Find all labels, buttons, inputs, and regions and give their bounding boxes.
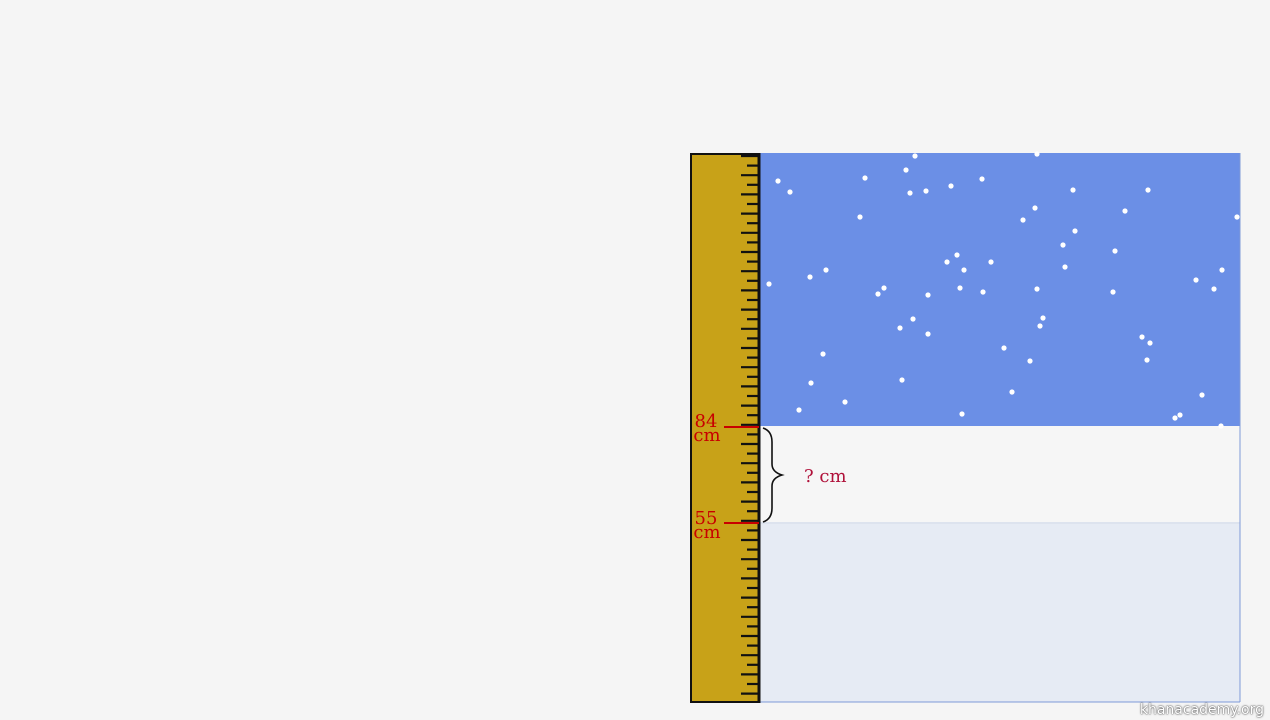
snowflake — [1070, 187, 1076, 193]
snowflake — [903, 167, 909, 173]
snowflake — [899, 377, 905, 383]
snowflake — [1139, 334, 1145, 340]
snowflake — [1122, 208, 1128, 214]
snowflake — [1177, 412, 1183, 418]
snowflake — [1193, 277, 1199, 283]
snowflake — [820, 351, 826, 357]
snowflake — [808, 380, 814, 386]
snowflake — [925, 292, 931, 298]
snowflake — [923, 188, 929, 194]
snowflake — [842, 399, 848, 405]
snowflake — [1144, 357, 1150, 363]
snowflake — [1027, 358, 1033, 364]
snowflake — [988, 259, 994, 265]
snowflake — [959, 411, 965, 417]
snowflake — [775, 178, 781, 184]
snowflake — [897, 325, 903, 331]
snowflake — [961, 267, 967, 273]
snowflake — [766, 281, 772, 287]
snowflake — [1062, 264, 1068, 270]
snowflake — [1040, 315, 1046, 321]
snowflake — [881, 285, 887, 291]
snowflake — [1145, 187, 1151, 193]
snowflake — [1172, 415, 1178, 421]
snowflake — [1034, 151, 1040, 157]
snowflake — [1219, 267, 1225, 273]
snowflake — [1147, 340, 1153, 346]
snowflake — [1060, 242, 1066, 248]
snowflake — [823, 267, 829, 273]
snowflake — [925, 331, 931, 337]
old-snow-layer — [760, 523, 1240, 702]
mark-84-unit: cm — [693, 425, 720, 446]
mark-55-unit: cm — [693, 522, 720, 543]
snowflake — [1234, 214, 1240, 220]
watermark: khanacademy.org — [1139, 702, 1264, 718]
snowflake — [957, 285, 963, 291]
snowflake — [954, 252, 960, 258]
sky-panel — [760, 153, 1240, 426]
snow-depth-diagram: 84 cm 55 cm ? cm — [690, 151, 1241, 703]
snowflake — [948, 183, 954, 189]
snowflake — [1112, 248, 1118, 254]
snowflake — [862, 175, 868, 181]
snowflake — [875, 291, 881, 297]
snowflake — [857, 214, 863, 220]
unknown-depth-label: ? cm — [804, 466, 847, 487]
snowflake — [807, 274, 813, 280]
snowflake — [1032, 205, 1038, 211]
snowflake — [796, 407, 802, 413]
snowflake — [1072, 228, 1078, 234]
snowflake — [1001, 345, 1007, 351]
snowflake — [1037, 323, 1043, 329]
snowflake — [980, 289, 986, 295]
snowflake — [787, 189, 793, 195]
snowflake — [1020, 217, 1026, 223]
snowflake — [1034, 286, 1040, 292]
snowflake — [1110, 289, 1116, 295]
snowflake — [979, 176, 985, 182]
snowflake — [1218, 423, 1224, 429]
snowflake — [1009, 389, 1015, 395]
snowflake — [907, 190, 913, 196]
snowflake — [912, 153, 918, 159]
snowflake — [1199, 392, 1205, 398]
snowflake — [910, 316, 916, 322]
snowflake — [944, 259, 950, 265]
snowflake — [1211, 286, 1217, 292]
